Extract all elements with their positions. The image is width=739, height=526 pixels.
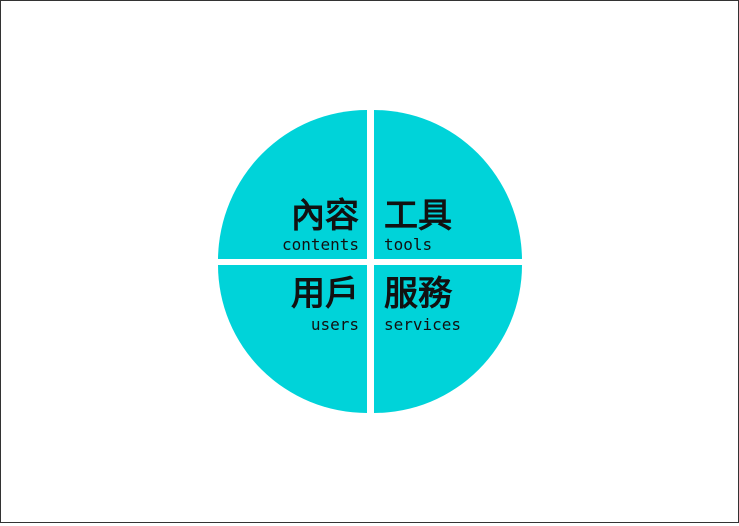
quadrant-contents-title: 內容: [291, 196, 359, 236]
quadrant-contents-subtitle: contents: [282, 235, 359, 254]
quadrant-users-title: 用戶: [291, 274, 359, 314]
quadrant-tools-subtitle: tools: [384, 235, 432, 254]
quadrant-circle-diagram: 內容 contents 工具 tools 用戶 users 服務 service…: [218, 110, 522, 413]
quadrant-users-subtitle: users: [311, 315, 359, 334]
quadrant-services-subtitle: services: [384, 315, 461, 334]
quadrant-tools-title: 工具: [384, 196, 452, 236]
quadrant-services-title: 服務: [384, 274, 453, 314]
